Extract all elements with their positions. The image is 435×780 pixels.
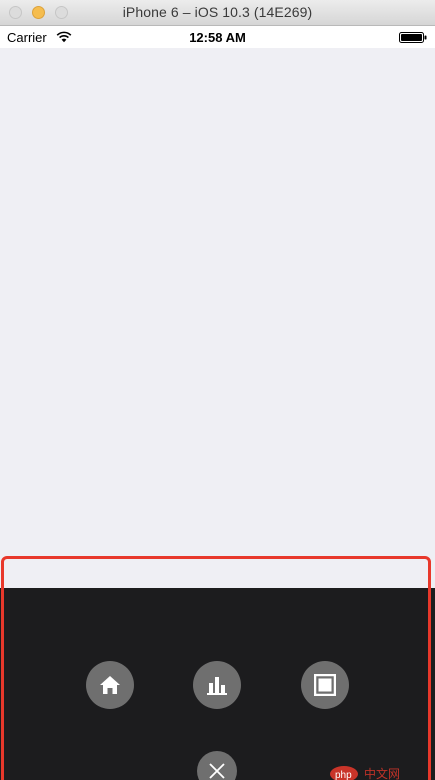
home-button[interactable]	[86, 661, 134, 709]
home-icon	[100, 676, 120, 694]
close-button[interactable]	[197, 751, 237, 780]
main-content-area	[0, 48, 435, 588]
frame-icon	[314, 674, 336, 696]
simulator-window: iPhone 6 – iOS 10.3 (14E269) Carrier 12:…	[0, 0, 435, 780]
battery-icon	[399, 32, 427, 43]
window-title: iPhone 6 – iOS 10.3 (14E269)	[122, 4, 313, 20]
close-icon	[209, 763, 225, 779]
bottom-action-sheet	[0, 588, 435, 780]
chart-button[interactable]	[193, 661, 241, 709]
bar-chart-icon	[207, 677, 227, 695]
window-titlebar: iPhone 6 – iOS 10.3 (14E269)	[0, 0, 435, 26]
status-time: 12:58 AM	[189, 30, 246, 45]
ios-status-bar: Carrier 12:58 AM	[0, 26, 435, 48]
frame-button[interactable]	[301, 661, 349, 709]
